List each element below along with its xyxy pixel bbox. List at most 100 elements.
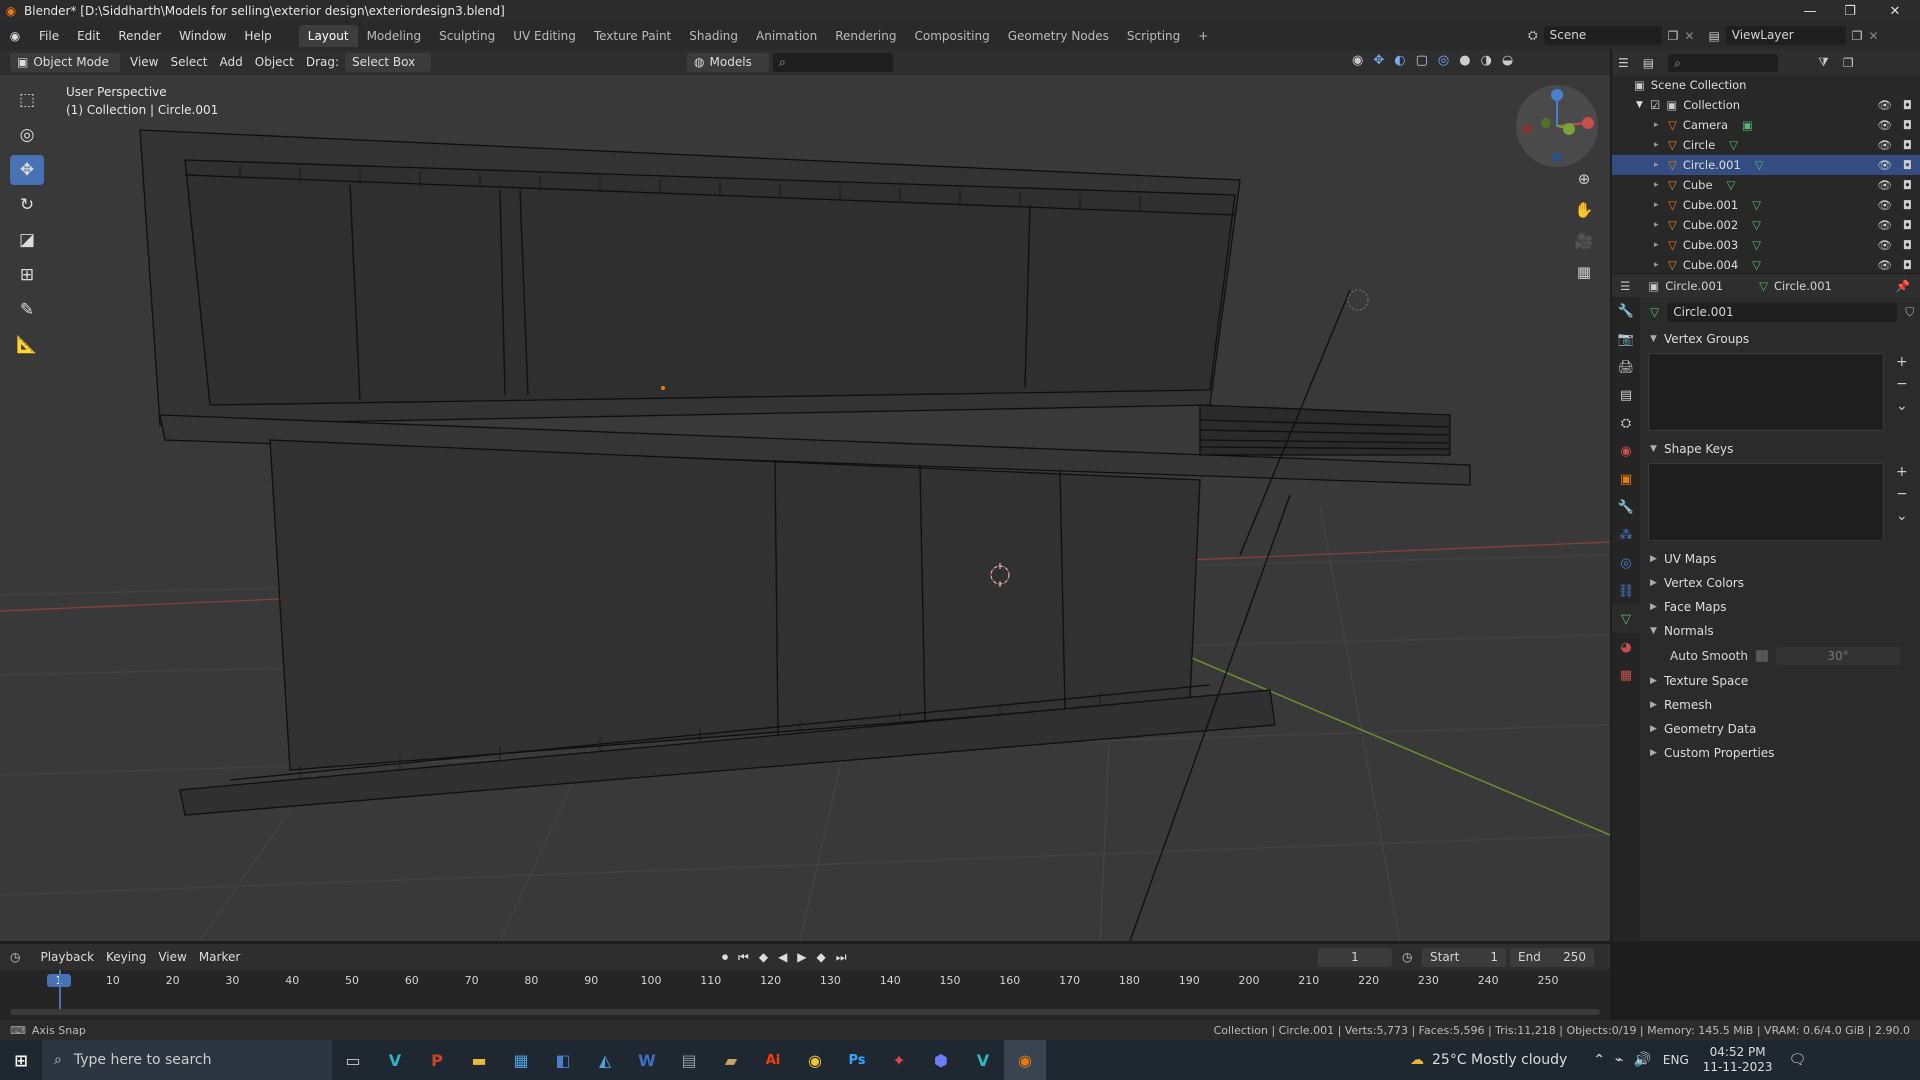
modifier-tab-icon[interactable]: 🔧 bbox=[1612, 493, 1640, 521]
scene-selector[interactable]: Scene bbox=[1543, 26, 1662, 45]
visibility-eye-icon[interactable]: 👁 bbox=[1877, 238, 1892, 252]
mesh-data-tab-icon[interactable]: ▽ bbox=[1612, 605, 1640, 633]
normals-section[interactable]: ▼ Normals bbox=[1640, 619, 1920, 643]
new-viewlayer-icon[interactable]: ❐ bbox=[1852, 29, 1863, 43]
3d-viewport[interactable]: User Perspective (1) Collection | Circle… bbox=[0, 75, 1610, 941]
move-tool-icon[interactable]: ✥ bbox=[10, 155, 44, 185]
calculator-app-icon[interactable]: ▦ bbox=[500, 1040, 542, 1080]
next-keyframe-icon[interactable]: ◆ bbox=[817, 950, 826, 965]
vertex-group-menu-icon[interactable]: ⌄ bbox=[1896, 395, 1908, 417]
scene-tab-icon[interactable]: ⛭ bbox=[1612, 409, 1640, 437]
menu-select[interactable]: Select bbox=[164, 53, 213, 72]
delete-scene-icon[interactable]: ✕ bbox=[1684, 29, 1694, 43]
render-camera-icon[interactable]: ◘ bbox=[1903, 238, 1912, 252]
view-object-types-icon[interactable]: ◉ bbox=[1352, 53, 1363, 68]
perspective-toggle-icon[interactable]: ▦ bbox=[1570, 258, 1598, 286]
visibility-eye-icon[interactable]: 👁 bbox=[1877, 258, 1892, 272]
render-camera-icon[interactable]: ◘ bbox=[1903, 118, 1912, 132]
powerpoint-app-icon[interactable]: P bbox=[416, 1040, 458, 1080]
auto-smooth-checkbox[interactable] bbox=[1755, 650, 1768, 662]
clock[interactable]: 04:52 PM 11-11-2023 bbox=[1703, 1045, 1773, 1075]
current-frame-field[interactable]: 1 bbox=[1318, 947, 1392, 967]
xray-toggle-icon[interactable]: ▢ bbox=[1416, 53, 1428, 68]
photoshop-app-icon[interactable]: Ps bbox=[836, 1040, 878, 1080]
view-layer-tab-icon[interactable]: ▤ bbox=[1612, 381, 1640, 409]
expand-icon[interactable]: ▸ bbox=[1654, 180, 1668, 190]
blender-taskbar-icon[interactable]: ◉ bbox=[1004, 1040, 1046, 1080]
material-tab-icon[interactable]: ◕ bbox=[1612, 633, 1640, 661]
properties-editor-icon[interactable]: ☰ bbox=[1620, 279, 1630, 293]
expand-icon[interactable]: ▸ bbox=[1654, 120, 1668, 130]
annotate-tool-icon[interactable]: ✎ bbox=[10, 295, 44, 325]
word-app-icon[interactable]: W bbox=[626, 1040, 668, 1080]
visibility-eye-icon[interactable]: 👁 bbox=[1877, 178, 1892, 192]
maximize-button[interactable]: ❐ bbox=[1830, 0, 1870, 22]
expand-icon[interactable]: ▼ bbox=[1636, 100, 1650, 110]
expand-icon[interactable]: ▸ bbox=[1654, 200, 1668, 210]
output-tab-icon[interactable]: 🖨 bbox=[1612, 353, 1640, 381]
render-camera-icon[interactable]: ◘ bbox=[1903, 218, 1912, 232]
expand-icon[interactable]: ▸ bbox=[1654, 240, 1668, 250]
timeline-area[interactable]: 1102030405060708090100110120130140150160… bbox=[0, 970, 1610, 1020]
timeline-editor-icon[interactable]: ◷ bbox=[10, 950, 20, 964]
menu-view[interactable]: View bbox=[124, 53, 164, 72]
collection-checkbox-icon[interactable]: ☑ bbox=[1650, 98, 1660, 112]
display-mode-icon[interactable]: ▤ bbox=[1643, 56, 1654, 70]
outliner-item[interactable]: ▸ ▽ Cube ▽ 👁 ◘ bbox=[1612, 175, 1920, 195]
transform-tool-icon[interactable]: ⊞ bbox=[10, 260, 44, 290]
minimize-button[interactable]: — bbox=[1790, 0, 1830, 22]
render-camera-icon[interactable]: ◘ bbox=[1903, 258, 1912, 272]
delete-viewlayer-icon[interactable]: ✕ bbox=[1869, 29, 1879, 43]
vivaldi-app-icon[interactable]: V bbox=[374, 1040, 416, 1080]
rotate-tool-icon[interactable]: ↻ bbox=[10, 190, 44, 220]
remove-vertex-group-icon[interactable]: − bbox=[1896, 373, 1908, 395]
play-icon[interactable]: ▶ bbox=[797, 950, 806, 965]
remesh-section[interactable]: ▶ Remesh bbox=[1640, 693, 1920, 717]
tab-animation[interactable]: Animation bbox=[747, 25, 826, 47]
viewport-search-input[interactable]: ⌕ bbox=[773, 53, 894, 72]
scene-collection-row[interactable]: ▣ Scene Collection bbox=[1612, 75, 1920, 95]
playhead-line[interactable] bbox=[59, 970, 61, 1010]
add-vertex-group-icon[interactable]: + bbox=[1896, 351, 1908, 373]
fake-user-icon[interactable]: ⛉ bbox=[1905, 305, 1914, 320]
menu-add[interactable]: Add bbox=[214, 53, 249, 72]
geometry-data-section[interactable]: ▶ Geometry Data bbox=[1640, 717, 1920, 741]
visibility-eye-icon[interactable]: 👁 bbox=[1877, 158, 1892, 172]
menu-playback[interactable]: Playback bbox=[34, 948, 100, 967]
taskbar-search-input[interactable]: ⌕ Type here to search bbox=[42, 1040, 332, 1080]
mesh-data-icon[interactable]: ▽ bbox=[1752, 218, 1761, 232]
uv-maps-section[interactable]: ▶ UV Maps bbox=[1640, 547, 1920, 571]
preview-range-icon[interactable]: ◷ bbox=[1402, 950, 1412, 964]
end-frame-field[interactable]: End 250 bbox=[1510, 947, 1594, 967]
render-tab-icon[interactable]: 📷 bbox=[1612, 325, 1640, 353]
mesh-data-icon[interactable]: ▽ bbox=[1752, 258, 1761, 272]
jump-end-icon[interactable]: ⏭ bbox=[836, 950, 847, 965]
expand-icon[interactable]: ▸ bbox=[1654, 220, 1668, 230]
store-app-icon[interactable]: ◧ bbox=[542, 1040, 584, 1080]
expand-icon[interactable]: ▸ bbox=[1654, 160, 1668, 170]
vivaldi-second-icon[interactable]: V bbox=[962, 1040, 1004, 1080]
outliner-item[interactable]: ▸ ▽ Cube.001 ▽ 👁 ◘ bbox=[1612, 195, 1920, 215]
show-gizmo-icon[interactable]: ✥ bbox=[1373, 53, 1384, 68]
archive-app-icon[interactable]: ▰ bbox=[710, 1040, 752, 1080]
figma-app-icon[interactable]: ✦ bbox=[878, 1040, 920, 1080]
tab-shading[interactable]: Shading bbox=[680, 25, 747, 47]
visibility-eye-icon[interactable]: 👁 bbox=[1877, 118, 1892, 132]
blender-menu-icon[interactable]: ◉ bbox=[0, 29, 30, 43]
face-maps-section[interactable]: ▶ Face Maps bbox=[1640, 595, 1920, 619]
add-shape-key-icon[interactable]: + bbox=[1896, 461, 1908, 483]
mesh-data-icon[interactable]: ▽ bbox=[1727, 178, 1736, 192]
object-mode-dropdown[interactable]: ▣ Object Mode bbox=[10, 53, 120, 72]
render-camera-icon[interactable]: ◘ bbox=[1903, 138, 1912, 152]
viewlayer-selector[interactable]: ViewLayer bbox=[1725, 26, 1846, 45]
record-icon[interactable]: ⏺ bbox=[722, 950, 728, 965]
visibility-eye-icon[interactable]: 👁 bbox=[1877, 98, 1892, 112]
measure-tool-icon[interactable]: 📐 bbox=[10, 330, 44, 360]
show-overlays-icon[interactable]: ◐ bbox=[1394, 53, 1405, 68]
material-shading-icon[interactable]: ◑ bbox=[1481, 53, 1492, 68]
timeline-scrollbar[interactable] bbox=[10, 1009, 1600, 1015]
vertex-groups-list[interactable] bbox=[1648, 353, 1884, 431]
menu-view[interactable]: View bbox=[152, 948, 192, 967]
hexagon-app-icon[interactable]: ⬢ bbox=[920, 1040, 962, 1080]
mesh-data-icon[interactable]: ▽ bbox=[1752, 198, 1761, 212]
